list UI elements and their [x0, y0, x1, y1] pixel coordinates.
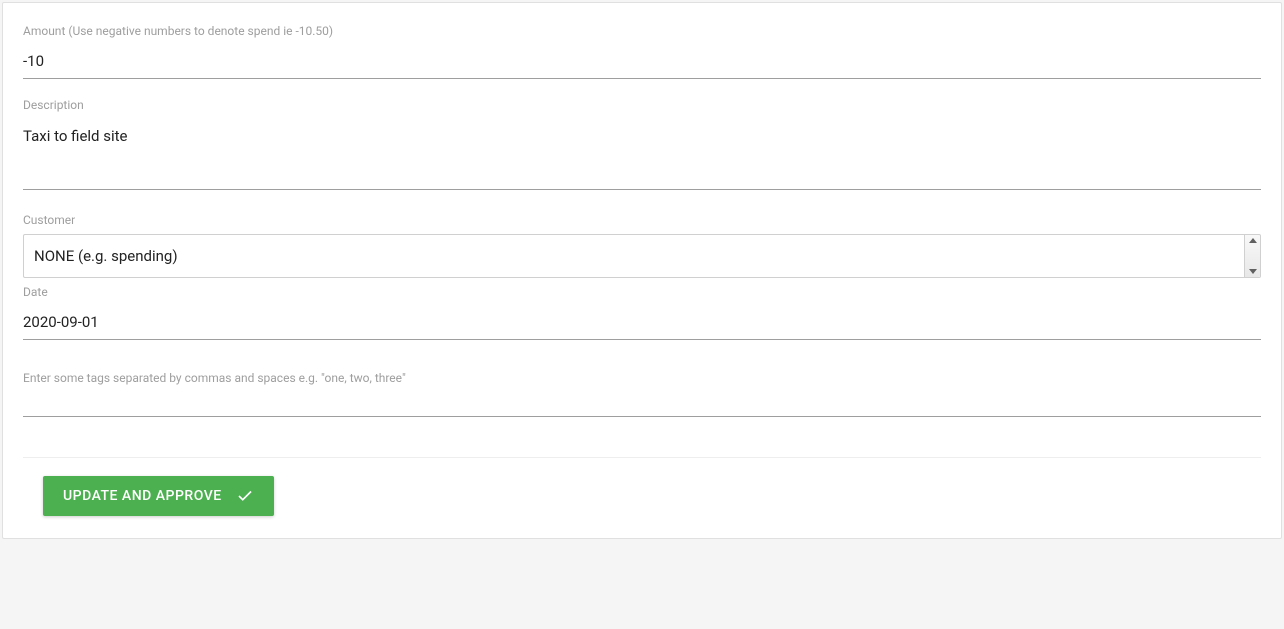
customer-select[interactable]: NONE (e.g. spending): [23, 234, 1261, 278]
check-icon: [236, 487, 254, 505]
description-label: Description: [23, 97, 1261, 114]
tags-input[interactable]: [23, 362, 1261, 417]
update-approve-button[interactable]: UPDATE AND APPROVE: [43, 476, 274, 516]
customer-field: Customer NONE (e.g. spending): [23, 212, 1261, 279]
amount-label: Amount (Use negative numbers to denote s…: [23, 23, 1261, 40]
update-approve-label: UPDATE AND APPROVE: [63, 488, 222, 504]
amount-input[interactable]: [23, 46, 1261, 79]
chevron-up-icon: [1249, 238, 1257, 243]
date-input[interactable]: [23, 307, 1261, 340]
customer-select-wrapper: NONE (e.g. spending): [23, 234, 1261, 278]
chevron-down-icon: [1249, 269, 1257, 274]
form-actions: UPDATE AND APPROVE: [23, 476, 1261, 516]
date-label: Date: [23, 284, 1261, 301]
select-scroll-indicator: [1244, 235, 1260, 277]
description-input[interactable]: [23, 120, 1261, 190]
date-field: Date: [23, 284, 1261, 340]
tags-field: [23, 362, 1261, 417]
expense-form-card: Amount (Use negative numbers to denote s…: [2, 2, 1282, 539]
customer-label: Customer: [23, 212, 1261, 229]
form-divider: [23, 457, 1261, 458]
amount-field: Amount (Use negative numbers to denote s…: [23, 23, 1261, 79]
description-field: Description: [23, 97, 1261, 194]
